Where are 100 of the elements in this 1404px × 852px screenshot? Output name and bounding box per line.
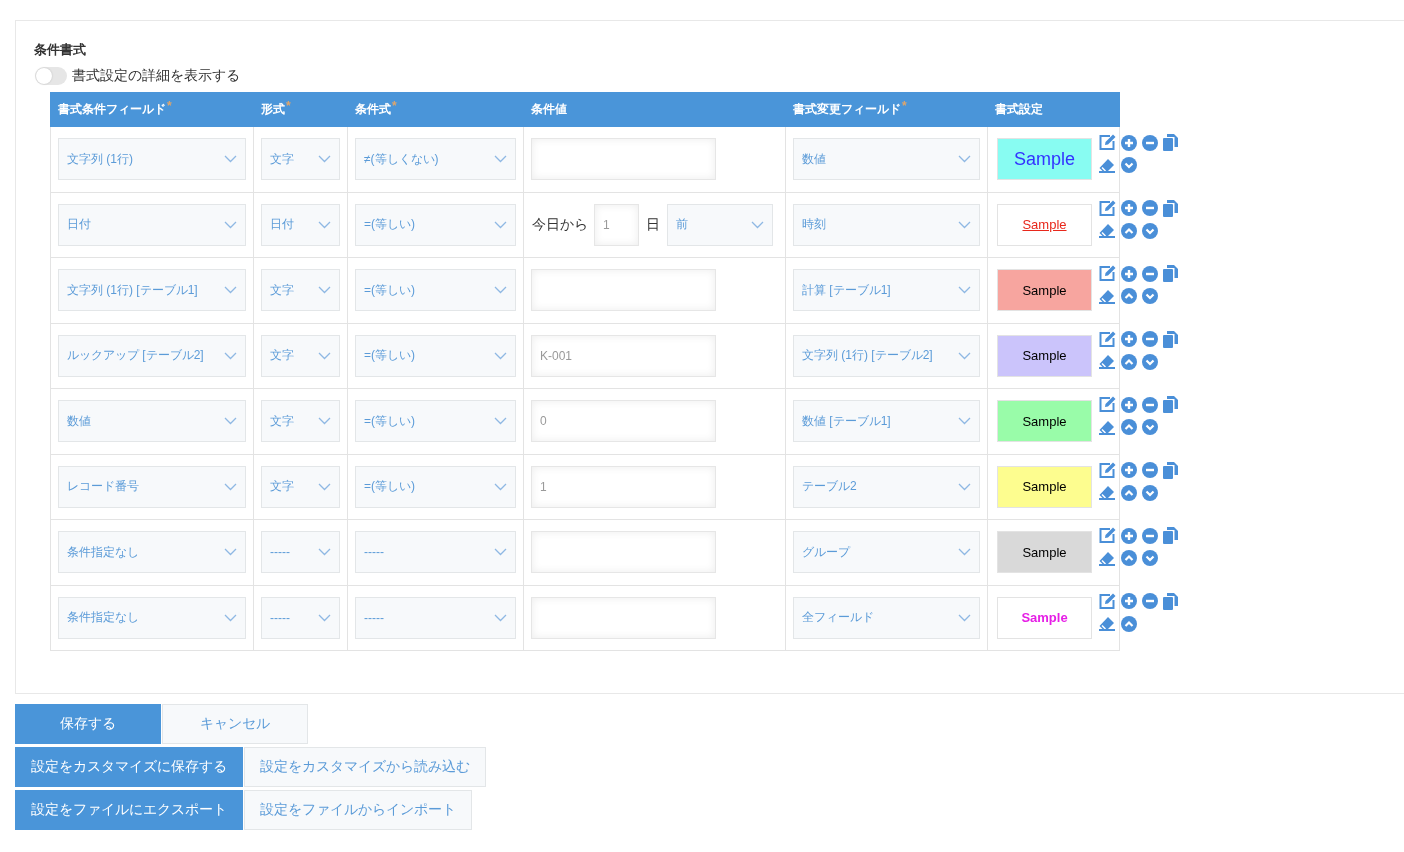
secondary-button[interactable]: 設定をファイルからインポート: [244, 790, 472, 830]
chevron-up-circle-icon[interactable]: [1121, 484, 1137, 501]
format-dropdown[interactable]: 文字: [261, 269, 340, 312]
copy-icon[interactable]: [1163, 134, 1178, 151]
value-input-field[interactable]: 1: [531, 465, 716, 508]
minus-circle-icon[interactable]: [1142, 396, 1158, 413]
eraser-icon[interactable]: [1098, 288, 1116, 304]
secondary-button[interactable]: キャンセル: [162, 704, 308, 744]
format-dropdown[interactable]: 文字: [261, 400, 340, 443]
chevron-down-circle-icon[interactable]: [1142, 484, 1158, 501]
eraser-icon[interactable]: [1098, 157, 1116, 173]
target-field-dropdown[interactable]: 数値: [793, 138, 980, 181]
condition-field-dropdown[interactable]: レコード番号: [58, 465, 246, 508]
value-input-field[interactable]: K-001: [531, 334, 716, 377]
eraser-icon[interactable]: [1098, 354, 1116, 369]
format-dropdown[interactable]: 文字: [261, 334, 340, 377]
days-input-field[interactable]: 1: [594, 203, 639, 246]
chevron-up-circle-icon[interactable]: [1121, 615, 1137, 632]
plus-circle-icon[interactable]: [1121, 331, 1137, 347]
operator-dropdown[interactable]: =(等しい): [355, 203, 516, 246]
chevron-up-circle-icon[interactable]: [1121, 419, 1137, 435]
target-field-dropdown[interactable]: テーブル2: [793, 465, 980, 508]
edit-icon[interactable]: [1098, 330, 1116, 348]
chevron-down-circle-icon[interactable]: [1142, 419, 1158, 435]
edit-icon[interactable]: [1098, 199, 1116, 217]
minus-circle-icon[interactable]: [1142, 331, 1158, 347]
condition-field-dropdown[interactable]: 文字列 (1行) [テーブル1]: [58, 269, 246, 312]
edit-icon[interactable]: [1098, 396, 1116, 413]
plus-circle-icon[interactable]: [1121, 396, 1137, 413]
value-input-field[interactable]: [531, 531, 716, 574]
condition-field-dropdown[interactable]: 数値: [58, 400, 246, 443]
edit-icon[interactable]: [1098, 527, 1116, 544]
chevron-down-circle-icon[interactable]: [1142, 353, 1158, 370]
target-field-dropdown[interactable]: 数値 [テーブル1]: [793, 400, 980, 443]
target-field-dropdown[interactable]: 全フィールド: [793, 596, 980, 639]
copy-icon[interactable]: [1163, 199, 1178, 217]
edit-icon[interactable]: [1098, 592, 1116, 610]
copy-icon[interactable]: [1163, 461, 1178, 479]
eraser-icon[interactable]: [1098, 550, 1116, 566]
value-input-field[interactable]: [531, 596, 716, 639]
format-dropdown[interactable]: -----: [261, 531, 340, 574]
edit-icon[interactable]: [1098, 461, 1116, 479]
operator-dropdown[interactable]: =(等しい): [355, 400, 516, 443]
plus-circle-icon[interactable]: [1121, 134, 1137, 151]
chevron-down-circle-icon[interactable]: [1142, 550, 1158, 566]
target-field-dropdown[interactable]: 時刻: [793, 203, 980, 246]
chevron-down-circle-icon[interactable]: [1142, 288, 1158, 304]
copy-icon[interactable]: [1163, 330, 1178, 348]
condition-field-dropdown[interactable]: 文字列 (1行): [58, 138, 246, 181]
chevron-down-circle-icon[interactable]: [1121, 157, 1137, 173]
edit-icon[interactable]: [1098, 265, 1116, 282]
primary-button[interactable]: 保存する: [15, 704, 161, 744]
eraser-icon[interactable]: [1098, 616, 1116, 631]
operator-dropdown[interactable]: -----: [355, 531, 516, 574]
chevron-up-circle-icon[interactable]: [1121, 288, 1137, 304]
target-field-dropdown[interactable]: グループ: [793, 531, 980, 574]
value-input-field[interactable]: [531, 138, 716, 181]
minus-circle-icon[interactable]: [1142, 593, 1158, 609]
operator-dropdown[interactable]: =(等しい): [355, 465, 516, 508]
format-dropdown[interactable]: 文字: [261, 138, 340, 181]
plus-circle-icon[interactable]: [1121, 527, 1137, 544]
operator-dropdown[interactable]: ≠(等しくない): [355, 138, 516, 181]
target-field-dropdown[interactable]: 文字列 (1行) [テーブル2]: [793, 334, 980, 377]
format-dropdown[interactable]: 文字: [261, 465, 340, 508]
secondary-button[interactable]: 設定をカスタマイズから読み込む: [244, 747, 486, 787]
format-dropdown[interactable]: 日付: [261, 203, 340, 246]
condition-field-dropdown[interactable]: 条件指定なし: [58, 596, 246, 639]
chevron-down-circle-icon[interactable]: [1142, 222, 1158, 239]
plus-circle-icon[interactable]: [1121, 462, 1137, 478]
edit-icon[interactable]: [1098, 134, 1116, 151]
chevron-up-circle-icon[interactable]: [1121, 222, 1137, 239]
condition-field-dropdown[interactable]: 条件指定なし: [58, 531, 246, 574]
format-dropdown[interactable]: -----: [261, 596, 340, 639]
value-input-field[interactable]: [531, 269, 716, 312]
minus-circle-icon[interactable]: [1142, 462, 1158, 478]
operator-dropdown[interactable]: =(等しい): [355, 269, 516, 312]
condition-field-dropdown[interactable]: ルックアップ [テーブル2]: [58, 334, 246, 377]
plus-circle-icon[interactable]: [1121, 200, 1137, 216]
copy-icon[interactable]: [1163, 265, 1178, 282]
plus-circle-icon[interactable]: [1121, 265, 1137, 282]
target-field-dropdown[interactable]: 計算 [テーブル1]: [793, 269, 980, 312]
copy-icon[interactable]: [1163, 396, 1178, 413]
eraser-icon[interactable]: [1098, 419, 1116, 435]
primary-button[interactable]: 設定をファイルにエクスポート: [15, 790, 243, 830]
copy-icon[interactable]: [1163, 527, 1178, 544]
toggle-switch[interactable]: [35, 67, 67, 85]
condition-field-dropdown[interactable]: 日付: [58, 203, 246, 246]
chevron-up-circle-icon[interactable]: [1121, 550, 1137, 566]
value-input-field[interactable]: 0: [531, 400, 716, 443]
eraser-icon[interactable]: [1098, 223, 1116, 238]
primary-button[interactable]: 設定をカスタマイズに保存する: [15, 747, 243, 787]
chevron-up-circle-icon[interactable]: [1121, 353, 1137, 370]
eraser-icon[interactable]: [1098, 485, 1116, 500]
plus-circle-icon[interactable]: [1121, 593, 1137, 609]
operator-dropdown[interactable]: =(等しい): [355, 334, 516, 377]
minus-circle-icon[interactable]: [1142, 200, 1158, 216]
direction-dropdown[interactable]: 前: [667, 203, 773, 246]
copy-icon[interactable]: [1163, 592, 1178, 610]
minus-circle-icon[interactable]: [1142, 134, 1158, 151]
minus-circle-icon[interactable]: [1142, 265, 1158, 282]
